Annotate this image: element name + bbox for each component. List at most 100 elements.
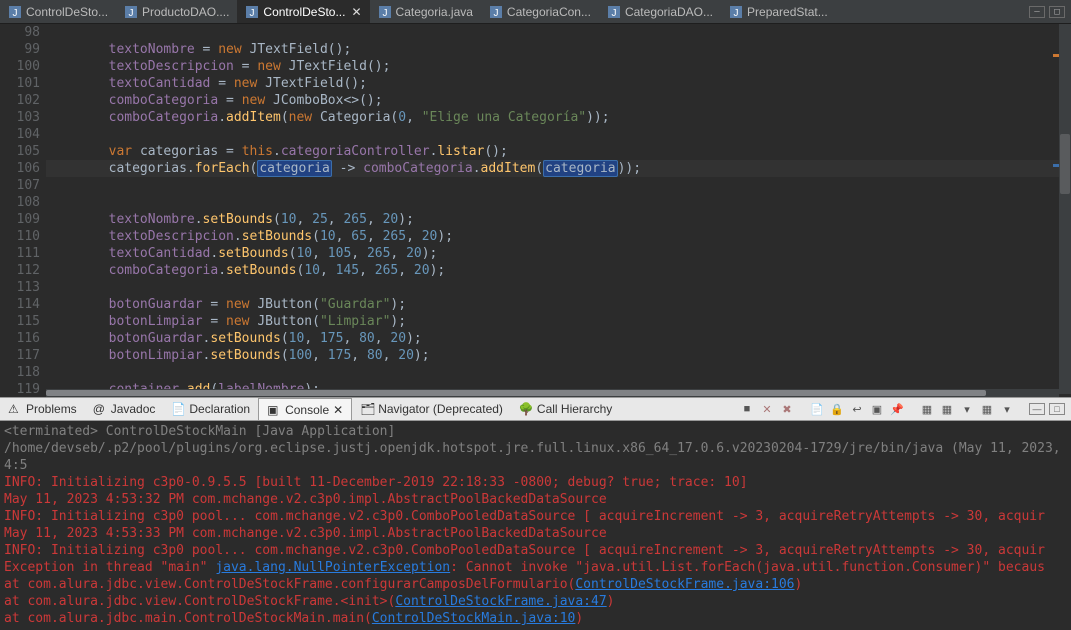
bottom-tab[interactable]: ▣ Console ✕	[258, 398, 352, 420]
vertical-scrollbar[interactable]	[1059, 24, 1071, 394]
code-line[interactable]: comboCategoria.addItem(new Categoria(0, …	[46, 110, 610, 125]
java-file-icon: J	[124, 5, 138, 19]
tab-label: Problems	[26, 402, 77, 416]
tab-label: ProductoDAO....	[142, 5, 229, 19]
console-view[interactable]: <terminated> ControlDeStockMain [Java Ap…	[0, 421, 1071, 630]
svg-text:J: J	[13, 8, 18, 19]
svg-text:J: J	[611, 8, 616, 19]
code-line[interactable]: textoNombre.setBounds(10, 25, 265, 20);	[46, 212, 414, 227]
code-line[interactable]: botonGuardar = new JButton("Guardar");	[46, 297, 406, 312]
editor-tab[interactable]: J Categoria.java	[370, 0, 481, 23]
code-area[interactable]: textoNombre = new JTextField(); textoDes…	[46, 24, 1071, 397]
window-buttons: — □	[1029, 6, 1071, 18]
source-link[interactable]: ControlDeStockFrame.java:47	[395, 594, 606, 609]
editor-tab[interactable]: J ProductoDAO....	[116, 0, 237, 23]
scrollbar-thumb[interactable]	[1060, 134, 1070, 194]
scroll-lock-icon[interactable]: 🔒	[829, 401, 845, 417]
tab-label: Javadoc	[111, 402, 156, 416]
tab-label: Call Hierarchy	[537, 402, 612, 416]
code-line[interactable]: textoDescripcion = new JTextField();	[46, 59, 390, 74]
source-link[interactable]: ControlDeStockFrame.java:106	[575, 577, 794, 592]
tab-icon: 📄	[171, 402, 185, 416]
pin-console-icon[interactable]: 📌	[889, 401, 905, 417]
code-line[interactable]: var categorias = this.categoriaControlle…	[46, 144, 508, 159]
code-line[interactable]: textoCantidad = new JTextField();	[46, 76, 367, 91]
display-selected-console-icon[interactable]: ▦	[919, 401, 935, 417]
clear-console-icon[interactable]: 📄	[809, 401, 825, 417]
svg-text:J: J	[250, 8, 255, 19]
menu-dropdown-icon[interactable]: ▾	[999, 401, 1015, 417]
svg-text:J: J	[129, 8, 134, 19]
tab-icon: ▣	[267, 403, 281, 417]
code-line[interactable]: botonLimpiar = new JButton("Limpiar");	[46, 314, 406, 329]
source-link[interactable]: ControlDeStockMain.java:10	[372, 611, 576, 626]
maximize-icon[interactable]: □	[1049, 403, 1065, 415]
java-file-icon: J	[245, 5, 259, 19]
code-line[interactable]: botonGuardar.setBounds(10, 175, 80, 20);	[46, 331, 422, 346]
bottom-tab[interactable]: 🌳 Call Hierarchy	[511, 398, 620, 420]
bottom-tab[interactable]: ⚠ Problems	[0, 398, 85, 420]
code-line[interactable]: textoCantidad.setBounds(10, 105, 265, 20…	[46, 246, 437, 261]
code-line[interactable]: botonLimpiar.setBounds(100, 175, 80, 20)…	[46, 348, 430, 363]
remove-all-icon[interactable]: ✖	[779, 401, 795, 417]
tab-label: Console	[285, 403, 329, 417]
console-toolbar: ■ ✕ ✖ 📄 🔒 ↩ ▣ 📌 ▦ ▦ ▾ ▦ ▾ — □	[739, 401, 1071, 417]
new-console-view-icon[interactable]: ▦	[979, 401, 995, 417]
bottom-tab[interactable]: @ Javadoc	[85, 398, 164, 420]
editor-tab[interactable]: J PreparedStat...	[721, 0, 836, 23]
tab-icon: ⚠	[8, 402, 22, 416]
editor-tab[interactable]: J CategoriaCon...	[481, 0, 599, 23]
close-icon[interactable]: ✕	[351, 5, 361, 19]
code-line[interactable]: comboCategoria.setBounds(10, 145, 265, 2…	[46, 263, 445, 278]
tab-icon: 🌳	[519, 402, 533, 416]
remove-launch-icon[interactable]: ✕	[759, 401, 775, 417]
tab-label: PreparedStat...	[747, 5, 828, 19]
show-console-icon[interactable]: ▣	[869, 401, 885, 417]
editor-tab[interactable]: JCategoriaDAO...	[599, 0, 721, 23]
tab-label: Declaration	[189, 402, 250, 416]
maximize-icon[interactable]: □	[1049, 6, 1065, 18]
code-line[interactable]: categorias.forEach(categoria -> comboCat…	[46, 160, 1071, 177]
editor-tab[interactable]: JControlDeSto...✕	[237, 0, 369, 23]
menu-dropdown-icon[interactable]: ▾	[959, 401, 975, 417]
bottom-tab[interactable]: 📄 Declaration	[163, 398, 258, 420]
minimize-icon[interactable]: —	[1029, 6, 1045, 18]
tab-label: Categoria.java	[396, 5, 473, 19]
code-editor[interactable]: 9899100101102103104105106107108109110111…	[0, 24, 1071, 397]
exception-link[interactable]: java.lang.NullPointerException	[215, 560, 450, 575]
console-header: <terminated> ControlDeStockMain [Java Ap…	[4, 423, 1067, 474]
stack-trace-line: at com.alura.jdbc.view.ControlDeStockFra…	[4, 593, 1067, 610]
word-wrap-icon[interactable]: ↩	[849, 401, 865, 417]
scrollbar-thumb[interactable]	[46, 390, 986, 396]
java-file-icon: J	[378, 5, 392, 19]
tab-label: CategoriaCon...	[507, 5, 591, 19]
java-file-icon: J	[729, 5, 743, 19]
editor-tab[interactable]: J ControlDeSto...	[0, 0, 116, 23]
minimize-icon[interactable]: —	[1029, 403, 1045, 415]
java-file-icon: J	[8, 5, 22, 19]
close-icon[interactable]: ✕	[333, 403, 343, 417]
tab-icon: @	[93, 402, 107, 416]
code-line[interactable]: textoDescripcion.setBounds(10, 65, 265, …	[46, 229, 453, 244]
tab-label: ControlDeSto...	[26, 5, 108, 19]
error-stripe	[1053, 24, 1059, 397]
bottom-tab[interactable]: 🗂 Navigator (Deprecated)	[352, 398, 511, 420]
tab-icon: 🗂	[360, 402, 374, 416]
stack-trace-line: at com.alura.jdbc.view.ControlDeStockFra…	[4, 576, 1067, 593]
code-line[interactable]: comboCategoria = new JComboBox<>();	[46, 93, 383, 108]
terminate-icon[interactable]: ■	[739, 401, 755, 417]
console-line: INFO: Initializing c3p0-0.9.5.5 [built 1…	[4, 474, 1067, 491]
code-line[interactable]: textoNombre = new JTextField();	[46, 42, 351, 57]
svg-text:J: J	[382, 8, 387, 19]
editor-tab-bar: J ControlDeSto... J ProductoDAO.... JControl…	[0, 0, 1071, 24]
java-file-icon: J	[489, 5, 503, 19]
console-line: INFO: Initializing c3p0 pool... com.mcha…	[4, 508, 1067, 525]
horizontal-scrollbar[interactable]	[46, 389, 1059, 397]
console-exception: Exception in thread "main" java.lang.Nul…	[4, 559, 1067, 576]
open-console-icon[interactable]: ▦	[939, 401, 955, 417]
svg-text:J: J	[493, 8, 498, 19]
tab-label: Navigator (Deprecated)	[378, 402, 503, 416]
svg-text:J: J	[734, 8, 739, 19]
java-file-icon: J	[607, 5, 621, 19]
bottom-tab-bar: ⚠ Problems @ Javadoc 📄 Declaration ▣ Console ✕ 🗂 N…	[0, 397, 1071, 421]
